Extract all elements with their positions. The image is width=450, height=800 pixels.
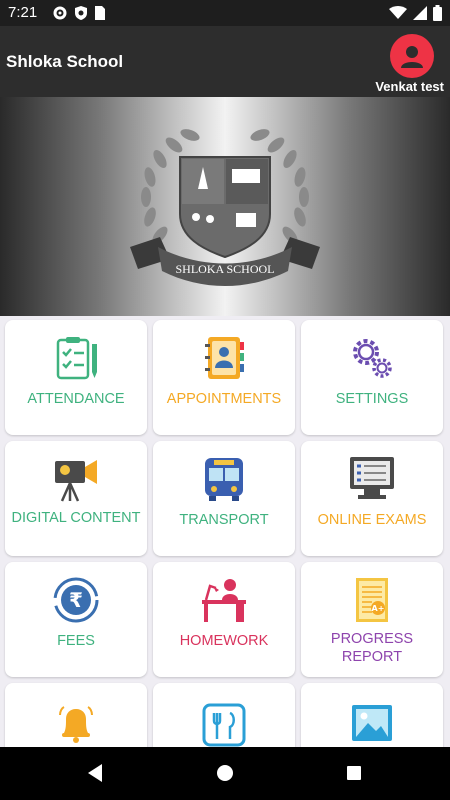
fork-knife-icon (202, 703, 246, 747)
menu-label: PROGRESS REPORT (330, 631, 414, 665)
menu-progress-report[interactable]: A+ PROGRESS REPORT (301, 562, 443, 677)
school-logo: SHLOKA SCHOOL (130, 129, 320, 286)
school-banner: SHLOKA SCHOOL (0, 97, 450, 316)
rupee-icon: ₹ (53, 577, 99, 623)
home-icon[interactable] (216, 764, 234, 782)
wifi-icon (389, 6, 407, 19)
menu-label: ONLINE EXAMS (317, 512, 427, 528)
status-time: 7:21 (8, 4, 38, 21)
app-title: Shloka School (6, 52, 124, 71)
menu-label: DIGITAL CONTENT (11, 510, 141, 526)
report-card-icon: A+ (356, 578, 388, 622)
clipboard-checklist-icon (56, 337, 97, 380)
menu-grid: ATTENDANCE APPOINTMENTS SETTINGS DIGITAL… (5, 320, 445, 798)
menu-label: ATTENDANCE (27, 391, 125, 407)
user-name[interactable]: Venkat test (375, 79, 444, 94)
menu-label: FEES (57, 633, 95, 649)
contact-book-icon (205, 337, 244, 379)
menu-label: TRANSPORT (179, 512, 269, 528)
back-icon[interactable] (86, 763, 104, 783)
shield-icon (75, 6, 87, 20)
menu-label: HOMEWORK (179, 633, 269, 649)
svg-text:A+: A+ (372, 604, 385, 613)
svg-text:₹: ₹ (69, 588, 83, 612)
status-bar: 7:21 (0, 0, 450, 26)
gear-icon (53, 6, 67, 20)
computer-exam-icon (350, 457, 394, 499)
app-bar: Shloka School Venkat test (0, 26, 450, 97)
user-avatar[interactable] (390, 34, 434, 78)
menu-settings[interactable]: SETTINGS (301, 320, 443, 435)
menu-online-exams[interactable]: ONLINE EXAMS (301, 441, 443, 556)
system-nav-bar (0, 747, 450, 800)
menu-fees[interactable]: ₹ FEES (5, 562, 147, 677)
gears-icon (353, 339, 392, 378)
battery-icon (433, 5, 442, 21)
recents-icon[interactable] (346, 765, 362, 781)
person-icon (401, 46, 423, 68)
menu-attendance[interactable]: ATTENDANCE (5, 320, 147, 435)
sim-icon (95, 6, 105, 20)
menu-label: SETTINGS (335, 391, 409, 407)
study-desk-icon (202, 579, 246, 622)
menu-homework[interactable]: HOMEWORK (153, 562, 295, 677)
video-camera-icon (55, 460, 97, 502)
svg-text:SHLOKA SCHOOL: SHLOKA SCHOOL (175, 262, 274, 276)
menu-transport[interactable]: TRANSPORT (153, 441, 295, 556)
menu-appointments[interactable]: APPOINTMENTS (153, 320, 295, 435)
bell-icon (59, 706, 93, 743)
menu-label: APPOINTMENTS (166, 391, 282, 407)
bus-icon (205, 458, 243, 501)
gallery-image-icon (352, 705, 392, 741)
signal-icon (413, 6, 427, 20)
menu-digital-content[interactable]: DIGITAL CONTENT (5, 441, 147, 556)
